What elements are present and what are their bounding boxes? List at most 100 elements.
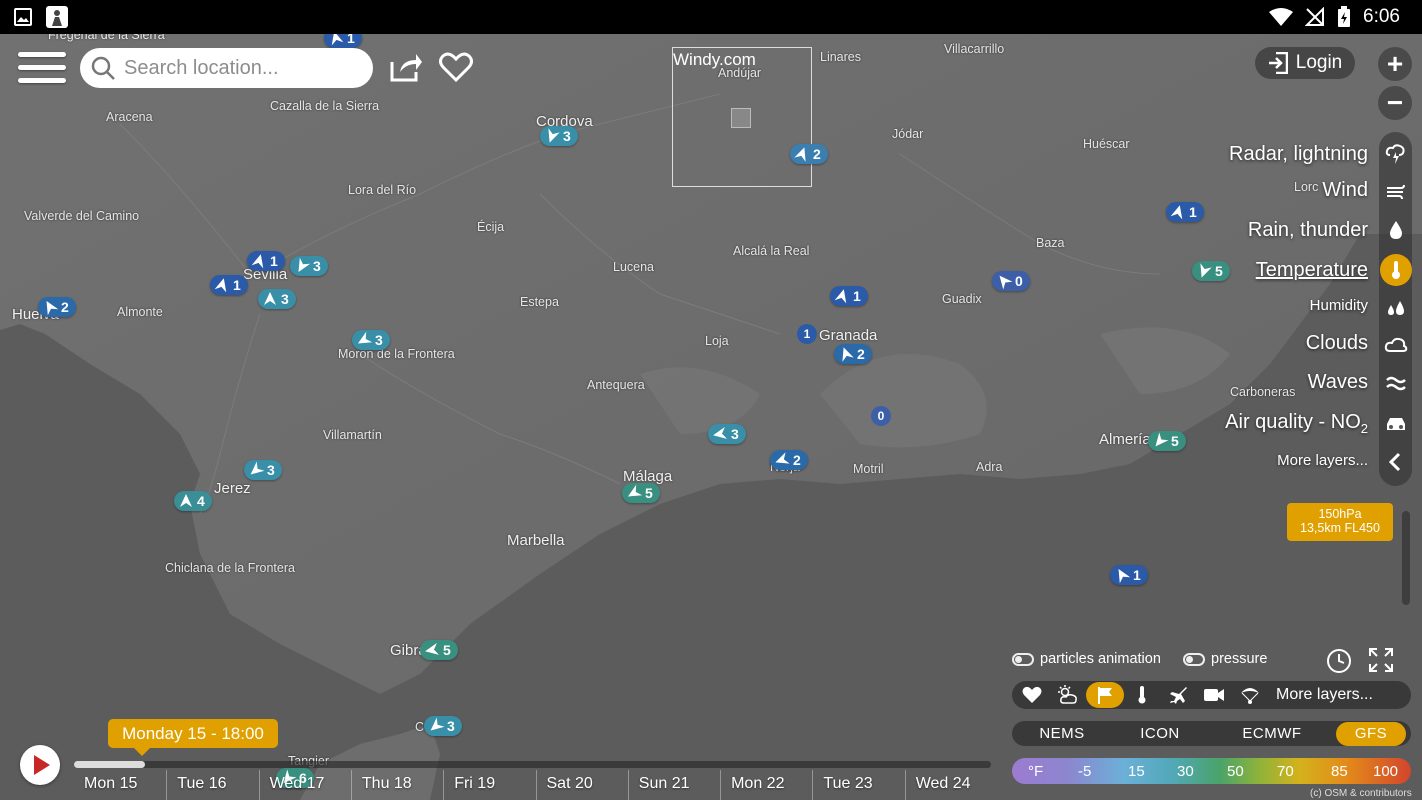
wind-marker[interactable]: 1 xyxy=(324,34,362,48)
overlay-favorites[interactable] xyxy=(1014,681,1050,709)
layer-waves[interactable]: Waves xyxy=(1308,371,1368,394)
layer-more[interactable]: More layers... xyxy=(1277,452,1368,469)
wind-marker[interactable]: 5 xyxy=(420,640,458,660)
wind-marker[interactable]: 1 xyxy=(830,286,868,306)
search-box[interactable] xyxy=(80,48,373,88)
login-button[interactable]: Login xyxy=(1255,47,1355,79)
model-gfs[interactable]: GFS xyxy=(1336,721,1406,746)
scale-value: 70 xyxy=(1277,763,1294,780)
layer-radar[interactable]: Radar, lightning xyxy=(1229,143,1368,166)
wind-marker[interactable]: 1 xyxy=(1166,202,1204,222)
wind-marker[interactable]: 2 xyxy=(38,297,76,317)
wind-speed: 3 xyxy=(563,128,571,144)
cloud-icon[interactable] xyxy=(1382,331,1410,359)
wind-marker[interactable]: 3 xyxy=(258,289,296,309)
wind-arrow-icon xyxy=(842,347,854,362)
wind-marker[interactable]: 3 xyxy=(540,126,578,146)
humidity-icon[interactable] xyxy=(1382,294,1410,322)
altitude-slider[interactable] xyxy=(1402,511,1410,605)
waves-icon[interactable] xyxy=(1382,369,1410,397)
play-button[interactable] xyxy=(20,745,60,785)
timeline-day[interactable]: Tue 16 xyxy=(166,770,258,800)
wind-icon[interactable] xyxy=(1382,177,1410,205)
timeline-day[interactable]: Mon 22 xyxy=(720,770,812,800)
webcam-preview[interactable]: Windy.com xyxy=(672,47,812,187)
raindrop-icon[interactable] xyxy=(1382,216,1410,244)
camera-icon xyxy=(1204,689,1224,701)
wind-speed: 1 xyxy=(233,277,241,293)
wind-marker[interactable]: 0 xyxy=(992,271,1030,291)
layer-clouds[interactable]: Clouds xyxy=(1306,332,1368,355)
menu-button[interactable] xyxy=(18,52,66,88)
layer-temperature[interactable]: Temperature xyxy=(1256,259,1368,282)
wind-marker[interactable]: 3 xyxy=(244,460,282,480)
wind-marker[interactable]: 1 xyxy=(247,251,285,271)
scale-value: 100 xyxy=(1373,763,1399,780)
wind-marker[interactable]: 3 xyxy=(290,256,328,276)
overlay-more-button[interactable]: More layers... xyxy=(1276,686,1373,704)
search-input[interactable] xyxy=(124,56,364,80)
share-button[interactable] xyxy=(388,50,424,84)
model-ecmwf[interactable]: ECMWF xyxy=(1208,725,1336,742)
place-label: Valverde del Camino xyxy=(24,209,140,223)
particles-toggle[interactable]: particles animation xyxy=(1012,651,1161,667)
layer-rain[interactable]: Rain, thunder xyxy=(1248,219,1368,242)
scale-value: -5 xyxy=(1078,763,1092,780)
timeline-day[interactable]: Tue 23 xyxy=(812,770,904,800)
timeline-day[interactable]: Sun 21 xyxy=(627,770,720,800)
overlay-temperature[interactable] xyxy=(1124,681,1160,709)
wind-marker[interactable]: 1 xyxy=(1110,565,1148,585)
model-icon[interactable]: ICON xyxy=(1112,725,1208,742)
clock-button[interactable] xyxy=(1326,648,1352,674)
timeline-day[interactable]: Wed 24 xyxy=(904,770,997,800)
wind-marker[interactable]: 3 xyxy=(708,424,746,444)
overlay-airports[interactable] xyxy=(1160,681,1196,709)
wind-marker[interactable]: 2 xyxy=(834,344,872,364)
place-label: Lorc xyxy=(1294,180,1319,194)
weather-station-marker[interactable]: 0 xyxy=(871,406,891,426)
sun-cloud-icon xyxy=(1058,685,1077,704)
overlay-spots[interactable] xyxy=(1086,682,1124,708)
wind-marker[interactable]: 1 xyxy=(210,275,248,295)
timeline-day[interactable]: Fri 19 xyxy=(443,770,535,800)
overlay-forecast[interactable] xyxy=(1050,681,1086,709)
wind-marker[interactable]: 3 xyxy=(352,330,390,350)
wind-marker[interactable]: 2 xyxy=(770,450,808,470)
timeline-day[interactable]: Mon 15 xyxy=(74,770,166,800)
altitude-badge[interactable]: 150hPa 13,5km FL450 xyxy=(1287,503,1393,541)
wind-marker[interactable]: 5 xyxy=(622,483,660,503)
timeline-day[interactable]: Sat 20 xyxy=(535,770,628,800)
wind-speed: 5 xyxy=(1171,433,1179,449)
zoom-in-button[interactable]: + xyxy=(1378,47,1412,81)
wind-arrow-icon xyxy=(214,278,227,293)
layer-wind[interactable]: Wind xyxy=(1322,179,1368,202)
wind-arrow-icon xyxy=(1118,568,1131,584)
zoom-out-button[interactable]: − xyxy=(1378,86,1412,120)
fullscreen-button[interactable] xyxy=(1368,647,1394,673)
layer-air-quality[interactable]: Air quality - NO2 xyxy=(1225,411,1368,436)
wind-speed: 1 xyxy=(270,253,278,269)
favorite-button[interactable] xyxy=(438,50,474,84)
timeline-day[interactable]: Thu 18 xyxy=(350,770,443,800)
layer-humidity[interactable]: Humidity xyxy=(1310,297,1368,314)
temperature-color-scale[interactable]: °F -5 15 30 50 70 85 100 xyxy=(1012,758,1411,784)
wind-marker[interactable]: 4 xyxy=(174,491,212,511)
car-icon[interactable] xyxy=(1382,409,1410,437)
thermometer-icon[interactable] xyxy=(1380,254,1412,286)
chevron-left-icon[interactable] xyxy=(1382,448,1410,476)
wind-marker[interactable]: 5 xyxy=(1192,261,1230,281)
timeline-track[interactable] xyxy=(74,761,991,768)
overlay-webcams[interactable] xyxy=(1196,681,1232,709)
wind-marker[interactable]: 3 xyxy=(424,716,462,736)
timeline-day[interactable]: Wed 17 xyxy=(258,770,351,800)
pressure-toggle[interactable]: pressure xyxy=(1183,651,1267,667)
model-nems[interactable]: NEMS xyxy=(1012,725,1112,742)
login-icon xyxy=(1268,52,1288,74)
overlay-paragliding[interactable] xyxy=(1232,681,1268,709)
wind-marker[interactable]: 5 xyxy=(1148,431,1186,451)
overlay-bar: More layers... xyxy=(1012,681,1411,709)
wind-marker[interactable]: 2 xyxy=(790,144,828,164)
weather-station-marker[interactable]: 1 xyxy=(797,324,817,344)
lightning-cloud-icon[interactable] xyxy=(1382,140,1410,168)
wind-speed: 3 xyxy=(267,462,275,478)
